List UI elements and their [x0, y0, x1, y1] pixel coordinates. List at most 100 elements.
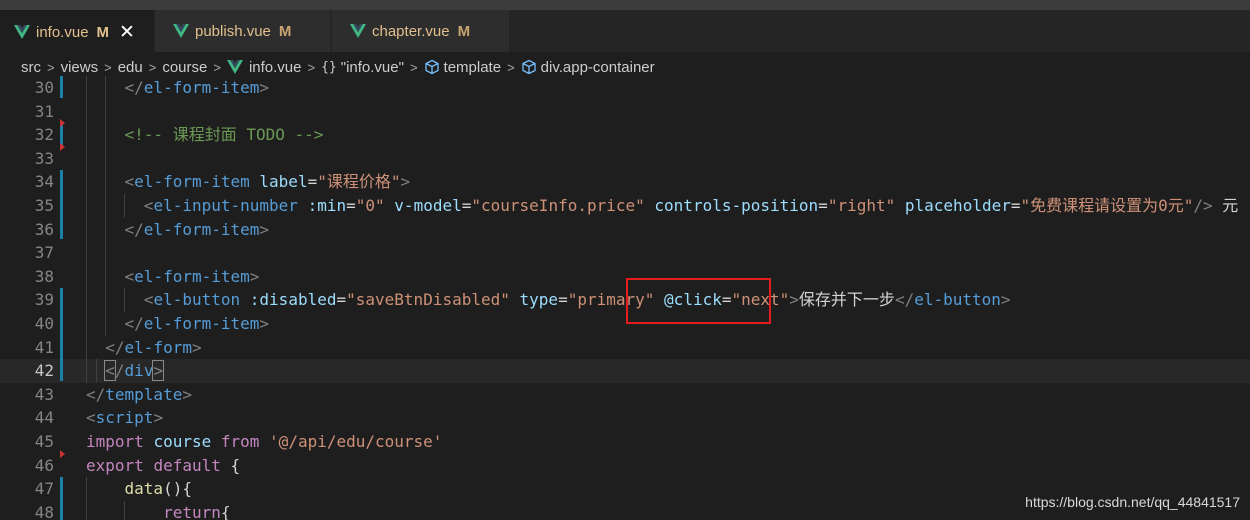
tab-chapter-vue[interactable]: chapter.vue M [332, 10, 510, 52]
code-line-30[interactable]: 30 </el-form-item> [0, 76, 1250, 100]
code-text[interactable]: <el-button :disabled="saveBtnDisabled" t… [86, 288, 1011, 312]
vue-file-icon [350, 24, 366, 38]
gutter-deleted-marker[interactable] [60, 449, 65, 458]
code-text[interactable]: <script> [86, 406, 163, 430]
code-text[interactable]: <!-- 课程封面 TODO --> [86, 123, 324, 147]
code-line-33[interactable]: 33 [0, 147, 1250, 171]
code-line-34[interactable]: 34 <el-form-item label="课程价格"> [0, 170, 1250, 194]
breadcrumb-item-info-vue[interactable]: info.vue [249, 59, 302, 76]
indent-guide [86, 477, 87, 520]
tab-label: chapter.vue [372, 22, 450, 40]
code-text[interactable]: <el-form-item label="课程价格"> [86, 170, 411, 194]
cube-icon [424, 59, 439, 75]
line-number: 32 [34, 125, 54, 145]
code-text[interactable]: </el-form-item> [86, 76, 270, 100]
code-line-36[interactable]: 36 </el-form-item> [0, 218, 1250, 242]
line-number: 34 [34, 172, 54, 192]
line-number: 35 [34, 196, 54, 215]
chevron-right-icon: > [409, 59, 418, 75]
line-number: 46 [34, 455, 54, 475]
code-line-32[interactable]: 32 <!-- 课程封面 TODO --> [0, 123, 1250, 147]
line-number: 30 [34, 78, 54, 97]
line-number: 33 [34, 148, 54, 168]
code-line-43[interactable]: 43 </template> [0, 383, 1250, 407]
code-line-41[interactable]: 41 </el-form> [0, 336, 1250, 360]
line-number: 37 [34, 243, 54, 263]
chevron-right-icon: > [104, 59, 112, 75]
code-line-44[interactable]: 44 <script> [0, 406, 1250, 430]
tab-label: info.vue [36, 23, 89, 41]
breadcrumb-item-course[interactable]: course [162, 59, 207, 76]
code-line-39[interactable]: 39 <el-button :disabled="saveBtnDisabled… [0, 288, 1250, 312]
code-line-46[interactable]: 46 export default { [0, 454, 1250, 478]
code-line-40[interactable]: 40 </el-form-item> [0, 312, 1250, 336]
code-text[interactable]: import course from '@/api/edu/course' [86, 430, 442, 454]
line-number: 45 [34, 432, 54, 451]
close-icon[interactable]: ✕ [119, 23, 135, 42]
breadcrumb-item-module[interactable]: "info.vue" [341, 59, 404, 76]
chevron-right-icon: > [213, 59, 221, 75]
line-number: 40 [34, 314, 54, 333]
line-number: 44 [34, 408, 54, 428]
tab-publish-vue[interactable]: publish.vue M [155, 10, 331, 52]
line-number: 48 [34, 502, 54, 520]
chevron-right-icon: > [307, 59, 316, 75]
chevron-right-icon: > [507, 59, 515, 75]
vue-file-icon [226, 60, 243, 74]
gutter-modified-marker[interactable] [60, 477, 63, 520]
annotation-highlight-box [626, 278, 771, 324]
indent-guide [124, 194, 126, 218]
code-line-35[interactable]: 35 <el-input-number :min="0" v-model="co… [0, 194, 1250, 218]
breadcrumb-item-src[interactable]: src [21, 59, 41, 76]
code-text[interactable]: export default { [86, 454, 240, 478]
code-line-38[interactable]: 38 <el-form-item> [0, 265, 1250, 289]
code-line-31[interactable]: 31 [0, 100, 1250, 124]
gutter-modified-marker[interactable] [60, 76, 63, 98]
tab-label: publish.vue [195, 22, 271, 40]
code-text[interactable]: return{ [86, 501, 230, 520]
chevron-right-icon: > [47, 59, 55, 75]
breadcrumb-item-div[interactable]: div.app-container [541, 59, 655, 76]
code-text[interactable]: </el-form> [86, 336, 201, 360]
title-bar-strip [0, 0, 1250, 10]
indent-guide [124, 288, 126, 312]
code-line-45[interactable]: 45 import course from '@/api/edu/course' [0, 430, 1250, 454]
modified-indicator: M [457, 22, 471, 40]
code-text[interactable]: <el-form-item> [86, 265, 260, 289]
line-number: 42 [34, 361, 54, 381]
code-text[interactable]: </div> [86, 359, 165, 383]
line-number: 39 [34, 290, 54, 310]
line-number: 41 [34, 337, 54, 357]
indent-guide [86, 76, 87, 383]
vue-file-icon [173, 24, 189, 38]
breadcrumb-item-views[interactable]: views [61, 59, 99, 76]
chevron-right-icon: > [148, 59, 157, 75]
gutter-deleted-marker[interactable] [60, 142, 65, 151]
editor-tab-bar: info.vue M ✕ publish.vue M chapter.vue M [0, 10, 1250, 52]
code-editor[interactable]: 30 </el-form-item> 31 32 <!-- 课程封面 TODO --… [0, 76, 1250, 520]
breadcrumb-item-template[interactable]: template [444, 59, 502, 76]
line-number: 47 [34, 479, 54, 499]
braces-icon: {} [321, 59, 337, 75]
tab-info-vue[interactable]: info.vue M ✕ [0, 10, 154, 52]
watermark-text: https://blog.csdn.net/qq_44841517 [1025, 494, 1240, 510]
indent-guide [124, 500, 126, 520]
cube-icon [522, 59, 536, 75]
breadcrumb-item-edu[interactable]: edu [118, 59, 143, 76]
indent-guide [105, 76, 107, 336]
indent-guide [95, 359, 97, 383]
gutter-deleted-marker[interactable] [60, 119, 65, 128]
code-text[interactable]: </el-form-item> [86, 312, 270, 336]
modified-indicator: M [96, 23, 110, 41]
code-text[interactable]: </template> [86, 383, 192, 407]
line-number: 31 [34, 101, 54, 121]
line-number: 38 [34, 266, 54, 286]
code-text[interactable]: data(){ [86, 477, 192, 501]
gutter-modified-marker[interactable] [60, 170, 63, 240]
code-line-37[interactable]: 37 [0, 241, 1250, 265]
code-text[interactable]: </el-form-item> [86, 218, 270, 242]
code-line-42[interactable]: 42 </div> [0, 359, 1250, 383]
gutter-modified-marker[interactable] [60, 288, 63, 381]
vue-file-icon [14, 25, 30, 39]
code-text[interactable]: <el-input-number :min="0" v-model="cours… [86, 194, 1239, 218]
